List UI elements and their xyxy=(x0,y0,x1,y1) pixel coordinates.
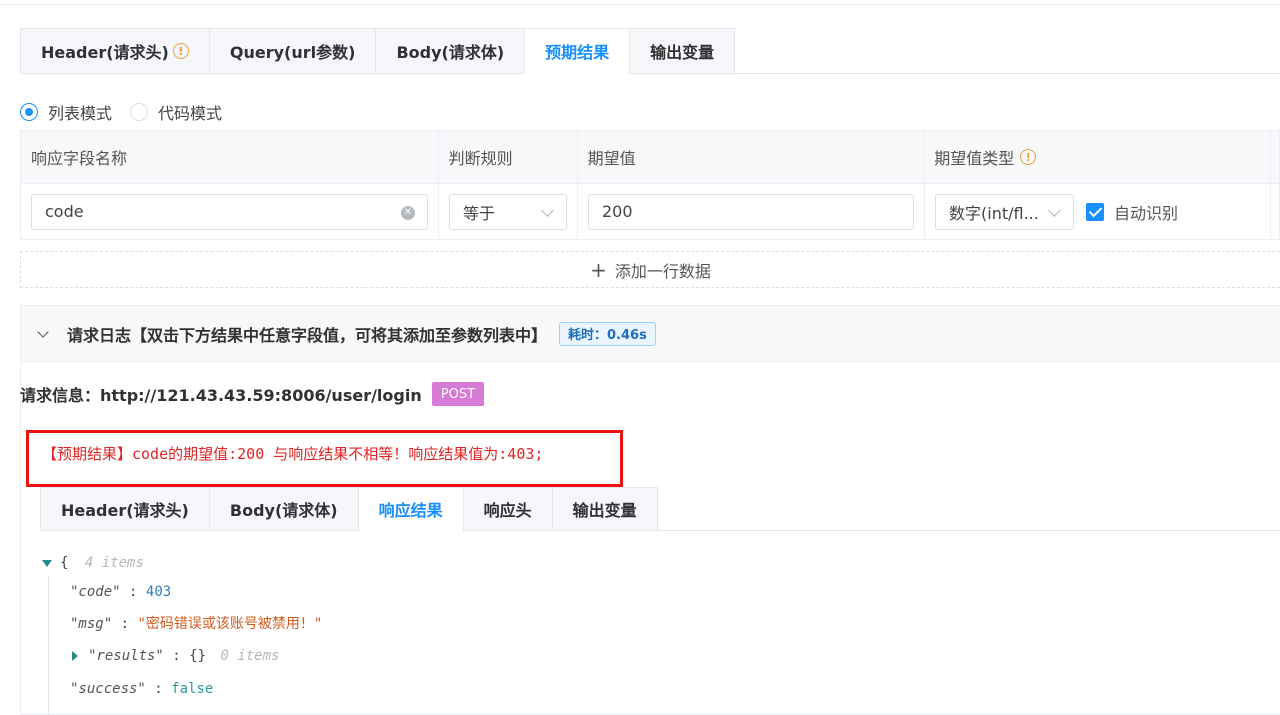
json-colon: : xyxy=(154,681,163,697)
col-rule: 判断规则 xyxy=(439,131,578,183)
table-row: code ✕ 等于 200 数字(int/fl... 自动识别 xyxy=(20,184,1280,240)
tabs-divider xyxy=(708,73,1280,74)
tab-response-output-variables-label: 输出变量 xyxy=(572,501,637,520)
top-divider xyxy=(0,4,1280,5)
json-key: "results" xyxy=(88,648,164,664)
json-line-code[interactable]: "code" : 403 xyxy=(70,581,171,603)
tab-output-variables[interactable]: 输出变量 xyxy=(629,28,736,74)
tab-response-headers-label: 响应头 xyxy=(483,501,532,520)
add-row-button[interactable]: + 添加一行数据 xyxy=(20,251,1280,288)
clear-icon[interactable]: ✕ xyxy=(401,205,415,220)
tab-header[interactable]: Header(请求头) ! xyxy=(20,28,209,74)
json-line-results[interactable]: "results" : {} 0 items xyxy=(72,645,279,667)
response-tabs-divider xyxy=(629,530,1280,531)
tab-response-headers[interactable]: 响应头 xyxy=(462,487,552,531)
tab-expected-result[interactable]: 预期结果 xyxy=(524,28,630,74)
tab-expected-result-label: 预期结果 xyxy=(545,43,610,62)
expected-value-text: 200 xyxy=(602,202,633,221)
request-url: 请求信息：http://121.43.43.59:8006/user/login xyxy=(20,386,422,405)
tab-header-label: Header(请求头) xyxy=(41,43,169,62)
tab-query-label: Query(url参数) xyxy=(229,43,356,62)
tab-response-result[interactable]: 响应结果 xyxy=(357,487,463,531)
assertion-table: 响应字段名称 判断规则 期望值 期望值类型 ! code ✕ 等于 200 数字… xyxy=(20,130,1280,240)
col-expected-value: 期望值 xyxy=(578,131,925,183)
table-header: 响应字段名称 判断规则 期望值 期望值类型 ! xyxy=(20,130,1280,184)
value-type-select[interactable]: 数字(int/fl... xyxy=(935,193,1074,230)
col-extra xyxy=(1271,131,1280,183)
request-config-tabs: Header(请求头) ! Query(url参数) Body(请求体) 预期结… xyxy=(20,28,736,74)
json-key: "success" xyxy=(70,681,146,697)
cell-value-type: 数字(int/fl... 自动识别 xyxy=(925,184,1272,239)
tab-response-body[interactable]: Body(请求体) xyxy=(208,487,358,531)
chevron-down-icon xyxy=(1048,203,1061,217)
request-log-header[interactable]: 请求日志【双击下方结果中任意字段值，可将其添加至参数列表中】 耗时：0.46s xyxy=(21,306,1280,362)
json-value[interactable]: 403 xyxy=(146,584,171,600)
field-name-value: code xyxy=(45,202,84,221)
json-colon: : xyxy=(120,616,130,632)
auto-detect-checkbox[interactable] xyxy=(1086,202,1104,221)
radio-list-mode-label: 列表模式 xyxy=(48,104,113,123)
request-info: 请求信息：http://121.43.43.59:8006/user/login… xyxy=(20,382,485,406)
chevron-down-icon xyxy=(541,203,554,217)
add-row-label: 添加一行数据 xyxy=(614,261,711,281)
caret-right-icon[interactable] xyxy=(72,651,78,661)
rule-select[interactable]: 等于 xyxy=(449,193,567,230)
json-value[interactable]: false xyxy=(171,681,213,697)
json-key: "msg" xyxy=(70,616,113,632)
field-name-input[interactable]: code ✕ xyxy=(31,193,428,230)
plus-icon: + xyxy=(590,257,607,282)
tab-response-output-variables[interactable]: 输出变量 xyxy=(551,487,658,531)
col-value-type-label: 期望值类型 xyxy=(934,149,1015,168)
tab-body[interactable]: Body(请求体) xyxy=(375,28,525,74)
json-key: "code" xyxy=(70,584,121,600)
radio-code-mode-label: 代码模式 xyxy=(158,104,223,123)
json-root-line[interactable]: { 4 items xyxy=(42,552,144,574)
json-value[interactable]: "密码错误或该账号被禁用！" xyxy=(137,616,322,632)
cell-extra xyxy=(1271,184,1280,239)
value-type-text: 数字(int/fl... xyxy=(949,203,1039,223)
tab-response-body-label: Body(请求体) xyxy=(229,501,338,520)
warning-icon: ! xyxy=(172,43,189,59)
radio-checked-icon[interactable] xyxy=(20,103,38,121)
col-field-name: 响应字段名称 xyxy=(21,131,439,183)
cell-rule: 等于 xyxy=(439,184,578,239)
tab-query[interactable]: Query(url参数) xyxy=(208,28,376,74)
tab-response-header[interactable]: Header(请求头) xyxy=(40,487,209,531)
response-tabs: Header(请求头) Body(请求体) 响应结果 响应头 输出变量 xyxy=(40,487,658,531)
tab-output-variables-label: 输出变量 xyxy=(650,43,715,62)
mode-radio-group: 列表模式 代码模式 xyxy=(20,100,240,124)
json-line-msg[interactable]: "msg" : "密码错误或该账号被禁用！" xyxy=(70,613,322,635)
json-open-brace: { xyxy=(60,555,69,571)
tab-response-header-label: Header(请求头) xyxy=(61,501,189,520)
radio-unchecked-icon[interactable] xyxy=(130,103,149,121)
json-colon: : xyxy=(172,648,181,664)
expected-value-input[interactable]: 200 xyxy=(588,193,914,230)
request-log-title: 请求日志【双击下方结果中任意字段值，可将其添加至参数列表中】 xyxy=(67,325,548,345)
json-colon: : xyxy=(129,584,138,600)
caret-down-icon[interactable] xyxy=(42,559,52,567)
rule-value: 等于 xyxy=(463,203,496,223)
assertion-error-message: 【预期结果】code的期望值:200 与响应结果不相等！响应结果值为:403; xyxy=(42,445,544,463)
auto-detect-label: 自动识别 xyxy=(1114,203,1179,223)
info-warning-icon: ! xyxy=(1020,149,1037,165)
method-badge: POST xyxy=(431,382,485,406)
json-line-success[interactable]: "success" : false xyxy=(70,678,213,700)
collapse-chevron-icon[interactable] xyxy=(37,325,49,338)
json-items-count: 0 items xyxy=(220,648,280,664)
col-value-type: 期望值类型 ! xyxy=(924,131,1271,183)
cell-expected-value: 200 xyxy=(578,184,925,239)
tab-body-label: Body(请求体) xyxy=(396,43,505,62)
tab-response-result-label: 响应结果 xyxy=(378,501,443,520)
json-value[interactable]: {} xyxy=(189,648,206,664)
json-items-count: 4 items xyxy=(84,555,144,571)
radio-list-mode[interactable]: 列表模式 xyxy=(20,100,112,124)
radio-code-mode[interactable]: 代码模式 xyxy=(130,100,222,124)
cell-field-name: code ✕ xyxy=(21,184,439,239)
json-indent-guide xyxy=(48,576,49,715)
elapsed-time-badge: 耗时：0.46s xyxy=(559,321,656,346)
